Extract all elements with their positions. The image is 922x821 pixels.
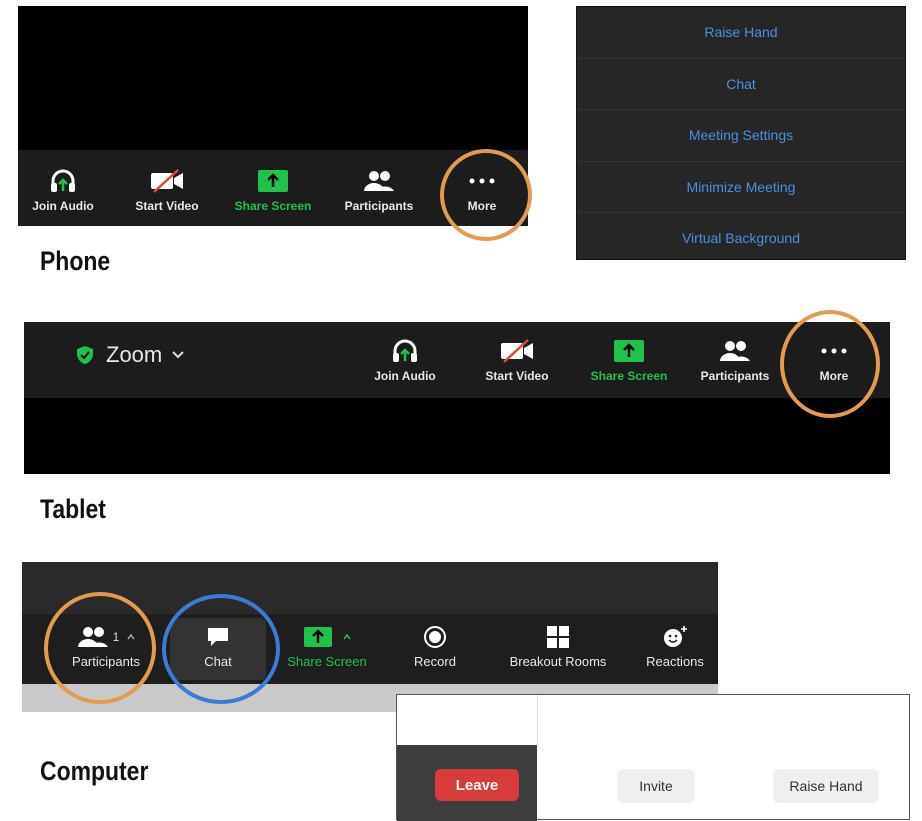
leave-button[interactable]: Leave <box>435 769 519 801</box>
caret-up-icon <box>127 634 135 640</box>
invite-button[interactable]: Invite <box>617 769 695 803</box>
menu-item-minimize-meeting[interactable]: Minimize Meeting <box>577 162 905 213</box>
computer-meeting-window: 1 Participants Chat Share Screen Record <box>22 562 718 712</box>
video-off-icon <box>500 336 534 366</box>
computer-chat-label: Chat <box>204 654 232 669</box>
tablet-start-video-button[interactable]: Start Video <box>472 336 562 383</box>
share-screen-icon-group <box>303 624 351 650</box>
tablet-more-label: More <box>819 369 849 383</box>
tablet-start-video-label: Start Video <box>485 369 549 383</box>
phone-join-audio-label: Join Audio <box>32 199 94 213</box>
participant-count-badge: 1 <box>112 630 120 644</box>
participants-icon-group: 1 <box>77 624 136 650</box>
phone-meeting-window: Join Audio Start Video Share Screen Part… <box>18 6 528 226</box>
shield-check-icon <box>76 345 94 365</box>
app-title: Zoom <box>106 342 163 367</box>
computer-record-label: Record <box>414 654 456 669</box>
breakout-rooms-icon <box>546 624 570 650</box>
phone-more-label: More <box>467 199 497 213</box>
phone-join-audio-button[interactable]: Join Audio <box>24 166 102 213</box>
tablet-join-audio-button[interactable]: Join Audio <box>360 336 450 383</box>
tablet-share-screen-label: Share Screen <box>590 369 668 383</box>
tablet-more-button[interactable]: More <box>806 336 862 383</box>
computer-reactions-label: Reactions <box>646 654 704 669</box>
tablet-join-audio-label: Join Audio <box>374 369 436 383</box>
tablet-participants-label: Participants <box>700 369 770 383</box>
phone-share-screen-button[interactable]: Share Screen <box>224 166 322 213</box>
tablet-heading: Tablet <box>40 494 106 524</box>
computer-participants-button[interactable]: 1 Participants <box>56 624 156 669</box>
phone-participants-label: Participants <box>344 199 414 213</box>
headphones-icon <box>392 336 418 366</box>
participants-icon <box>77 627 108 647</box>
tablet-participants-button[interactable]: Participants <box>688 336 782 383</box>
chat-bubble-icon <box>206 624 230 650</box>
tablet-meeting-window: Zoom Join Audio Start Video Share Screen <box>24 322 890 474</box>
caret-up-icon <box>343 634 351 640</box>
computer-video-area <box>22 562 718 614</box>
more-dots-icon <box>467 166 497 196</box>
computer-share-screen-label: Share Screen <box>287 654 367 669</box>
menu-item-chat[interactable]: Chat <box>577 59 905 110</box>
share-screen-icon <box>257 166 289 196</box>
computer-chat-button[interactable]: Chat <box>170 624 266 669</box>
computer-heading: Computer <box>40 756 149 786</box>
phone-share-screen-label: Share Screen <box>234 199 312 213</box>
reactions-icon <box>662 624 688 650</box>
zoom-title-dropdown[interactable]: Zoom <box>76 342 184 368</box>
menu-item-raise-hand[interactable]: Raise Hand <box>577 7 905 59</box>
phone-start-video-button[interactable]: Start Video <box>122 166 212 213</box>
video-off-icon <box>150 166 184 196</box>
share-screen-icon <box>304 627 332 647</box>
phone-more-button[interactable]: More <box>454 166 510 213</box>
panel-divider <box>537 695 538 745</box>
phone-toolbar: Join Audio Start Video Share Screen Part… <box>18 150 528 226</box>
menu-item-meeting-settings[interactable]: Meeting Settings <box>577 110 905 162</box>
computer-record-button[interactable]: Record <box>394 624 476 669</box>
participants-icon <box>363 166 395 196</box>
computer-breakout-rooms-button[interactable]: Breakout Rooms <box>496 624 620 669</box>
phone-participants-button[interactable]: Participants <box>332 166 426 213</box>
computer-participants-label: Participants <box>72 654 140 669</box>
share-screen-icon <box>613 336 645 366</box>
menu-item-virtual-background[interactable]: Virtual Background <box>577 213 905 264</box>
record-icon <box>423 624 447 650</box>
tablet-share-screen-button[interactable]: Share Screen <box>580 336 678 383</box>
raise-hand-button[interactable]: Raise Hand <box>773 769 879 803</box>
computer-leave-panel: Leave Invite Raise Hand <box>396 694 910 821</box>
more-dots-icon <box>819 336 849 366</box>
participants-icon <box>719 336 751 366</box>
phone-more-menu: Raise Hand Chat Meeting Settings Minimiz… <box>576 6 906 260</box>
tablet-toolbar: Zoom Join Audio Start Video Share Screen <box>24 322 890 398</box>
headphones-icon <box>50 166 76 196</box>
chevron-down-icon <box>172 351 184 359</box>
phone-heading: Phone <box>40 246 111 276</box>
computer-reactions-button[interactable]: Reactions <box>632 624 718 669</box>
phone-start-video-label: Start Video <box>135 199 199 213</box>
computer-share-screen-button[interactable]: Share Screen <box>274 624 380 669</box>
computer-breakout-rooms-label: Breakout Rooms <box>509 654 607 669</box>
